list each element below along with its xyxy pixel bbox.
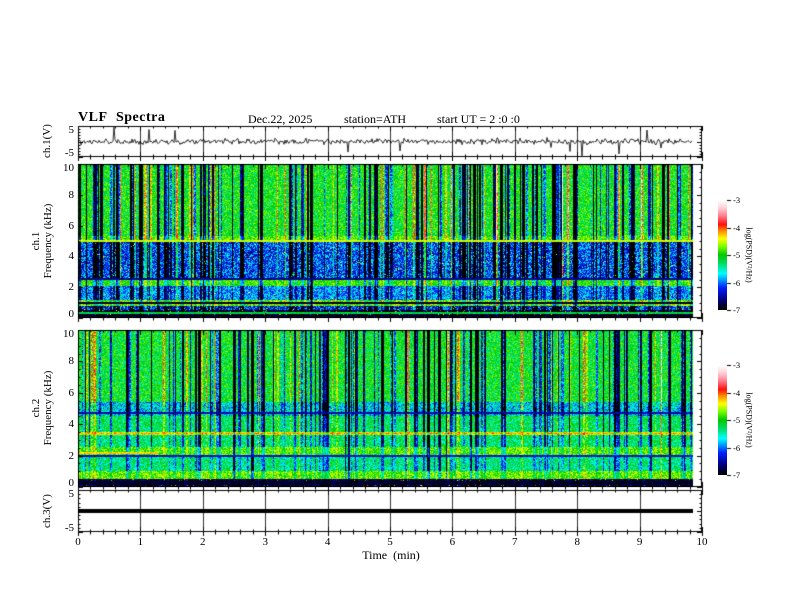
x-tick-label: 8: [574, 536, 580, 548]
colorbar-tick-label: -4: [733, 387, 741, 398]
y-tick-label: -5: [64, 147, 74, 159]
y-tick-label: 6: [68, 386, 75, 399]
y-tick-label: 5: [68, 488, 75, 500]
vlf-spectra-plot: VLF Spectra Dec.22, 2025 station=ATH sta…: [0, 0, 792, 612]
axes-ticks-overlay: [0, 0, 792, 612]
x-tick-label: 4: [324, 536, 331, 548]
ch1-frequency-axis-label-line2: Frequency (kHz): [42, 203, 54, 279]
colorbar-tick-label: -5: [733, 415, 741, 425]
y-tick-label: 4: [68, 250, 75, 263]
y-tick-label: 0: [68, 308, 75, 320]
ch1-frequency-axis-label-line1: ch.1: [30, 231, 42, 251]
x-tick-label: 6: [449, 536, 456, 548]
colorbar-ch1-label: log(PSD)(V²/Hz): [744, 227, 754, 283]
colorbar-tick-label: -7: [733, 470, 741, 480]
colorbar-tick-label: -3: [733, 360, 741, 370]
colorbar-tick-label: -6: [733, 277, 741, 288]
y-tick-label: 2: [68, 281, 75, 294]
y-tick-label: 6: [68, 219, 75, 232]
ch1-frequency-axis-label: ch.1 Frequency (kHz): [30, 204, 54, 279]
x-tick-label: 1: [137, 536, 144, 548]
y-tick-label: 4: [68, 418, 75, 431]
colorbar-tick-label: -3: [733, 195, 741, 205]
x-tick-label: 5: [387, 536, 393, 548]
y-tick-label: 10: [63, 162, 74, 174]
x-tick-label: 10: [696, 536, 708, 548]
colorbar-tick-label: -5: [733, 250, 741, 260]
y-tick-label: 2: [68, 449, 75, 462]
colorbar-tick-label: -4: [733, 222, 741, 233]
y-tick-label: -5: [64, 522, 74, 534]
y-tick-label: 8: [68, 188, 75, 201]
colorbar-ch2-label: log(PSD)(V²/Hz): [744, 392, 754, 448]
x-tick-label: 0: [75, 536, 81, 548]
y-tick-label: 5: [68, 124, 75, 136]
ch2-frequency-axis-label-line1: ch.2: [30, 398, 42, 418]
x-tick-label: 2: [200, 536, 206, 548]
y-tick-label: 8: [68, 355, 75, 368]
x-tick-label: 7: [512, 536, 518, 548]
x-tick-label: 9: [636, 536, 643, 548]
y-tick-label: 10: [63, 328, 74, 340]
ch2-frequency-axis-label-line2: Frequency (kHz): [42, 370, 54, 446]
time-axis-label: Time (min): [362, 548, 420, 562]
colorbar-tick-label: -6: [733, 442, 741, 453]
ch2-frequency-axis-label: ch.2 Frequency (kHz): [30, 371, 54, 446]
x-tick-label: 3: [262, 536, 268, 548]
colorbar-tick-label: -7: [733, 305, 741, 315]
